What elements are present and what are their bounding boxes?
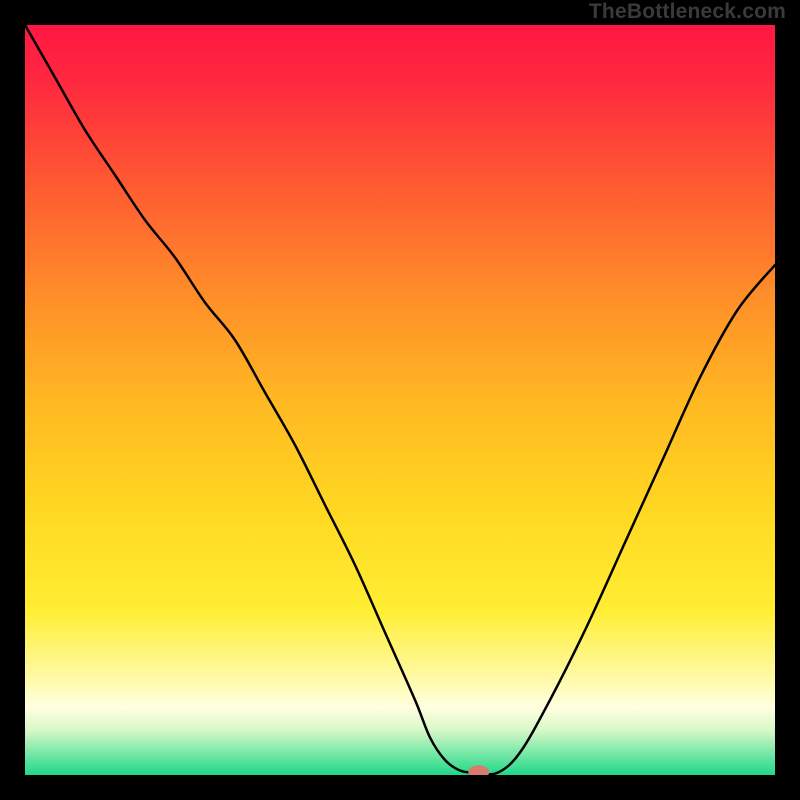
plot-background bbox=[25, 25, 775, 775]
plot-area bbox=[25, 25, 775, 775]
chart-outer: TheBottleneck.com bbox=[0, 0, 800, 800]
watermark-text: TheBottleneck.com bbox=[589, 0, 786, 24]
chart-svg bbox=[25, 25, 775, 775]
